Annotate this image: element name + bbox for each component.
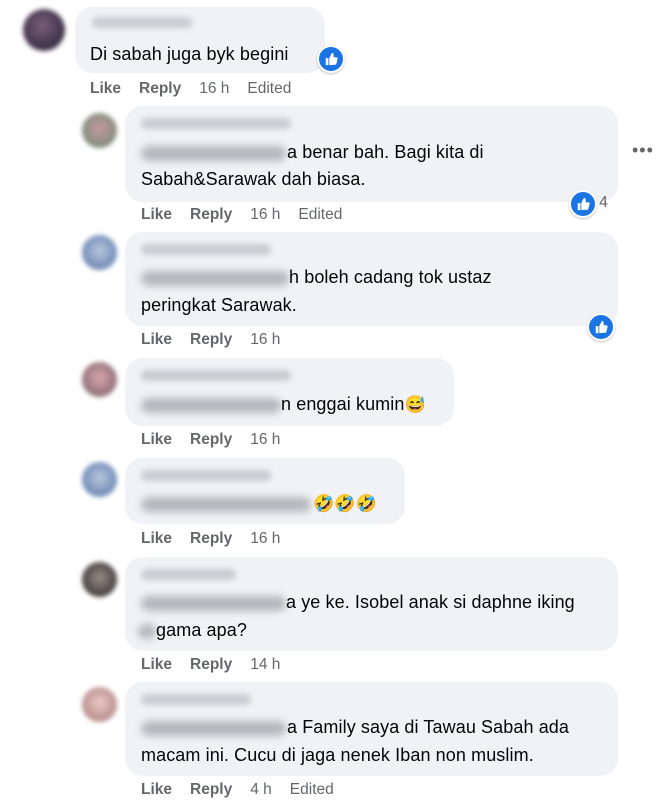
more-options-icon[interactable]: ••• [632,140,654,161]
timestamp[interactable]: 4 h [250,781,272,798]
reply-link[interactable]: Reply [190,206,232,223]
avatar[interactable] [82,687,117,722]
comment-actions: Like Reply 4 h Edited [141,781,352,799]
like-link[interactable]: Like [141,781,172,798]
avatar[interactable] [82,235,117,270]
redacted-text [141,497,311,512]
comment-text-line2: Sabah&Sarawak dah biasa. [141,169,366,189]
redacted-text [141,721,286,736]
reply-link[interactable]: Reply [190,781,232,798]
reply-link[interactable]: Reply [190,431,232,448]
author-name-redacted[interactable] [92,17,192,28]
comment-actions: Like Reply 16 h Edited [90,80,309,98]
avatar[interactable] [82,562,117,597]
reply-link[interactable]: Reply [190,656,232,673]
rolling-laughing-emoji: 🤣🤣🤣 [313,494,377,513]
redacted-text [141,596,286,611]
comment-text-line2: peringkat Sarawak. [141,295,297,315]
like-link[interactable]: Like [141,206,172,223]
comment-text-line1: a ye ke. Isobel anak si daphne iking [286,592,575,612]
timestamp[interactable]: 14 h [250,656,280,673]
comment-text: n enggai kumin😅 [281,394,426,414]
thumbs-up-icon[interactable] [569,190,597,218]
comment-actions: Like Reply 14 h [141,656,298,674]
reply-link[interactable]: Reply [139,80,181,97]
author-name-redacted[interactable] [141,370,291,381]
avatar[interactable] [23,9,65,51]
author-name-redacted[interactable] [141,244,271,255]
author-name-redacted[interactable] [141,118,291,129]
author-name-redacted[interactable] [141,569,236,580]
timestamp[interactable]: 16 h [250,331,280,348]
edited-label: Edited [289,781,334,798]
like-link[interactable]: Like [141,530,172,547]
comment-text-line2: gama apa? [156,620,247,640]
comment-text-line2: macam ini. Cucu di jaga nenek Iban non m… [141,745,534,765]
redacted-text [138,624,156,639]
timestamp[interactable]: 16 h [199,80,229,97]
timestamp[interactable]: 16 h [250,431,280,448]
redacted-text [141,398,281,413]
edited-label: Edited [298,206,343,223]
like-link[interactable]: Like [90,80,121,97]
comment-text: 🤣🤣🤣 [313,490,377,517]
grinning-sweat-emoji: 😅 [404,395,426,414]
like-link[interactable]: Like [141,331,172,348]
thumbs-up-icon[interactable] [317,45,345,73]
redacted-text [141,146,286,161]
author-name-redacted[interactable] [141,694,251,705]
comment-actions: Like Reply 16 h [141,431,298,449]
reply-link[interactable]: Reply [190,331,232,348]
edited-label: Edited [247,80,292,97]
reaction-count[interactable]: 4 [599,194,608,212]
avatar[interactable] [82,462,117,497]
comment-actions: Like Reply 16 h [141,530,298,548]
like-link[interactable]: Like [141,656,172,673]
avatar[interactable] [82,113,117,148]
timestamp[interactable]: 16 h [250,530,280,547]
thumbs-up-icon[interactable] [587,313,615,341]
redacted-text [141,271,289,286]
author-name-redacted[interactable] [141,470,271,481]
comment-text-line1: a benar bah. Bagi kita di [287,142,484,162]
comment-text: Di sabah juga byk begini [90,44,289,64]
comment-text-line1: a Family saya di Tawau Sabah ada [287,717,570,737]
like-link[interactable]: Like [141,431,172,448]
timestamp[interactable]: 16 h [250,206,280,223]
comment-text-line1: h boleh cadang tok ustaz [289,267,492,287]
comment-actions: Like Reply 16 h [141,331,298,349]
comment-actions: Like Reply 16 h Edited [141,206,360,224]
avatar[interactable] [82,362,117,397]
reply-link[interactable]: Reply [190,530,232,547]
